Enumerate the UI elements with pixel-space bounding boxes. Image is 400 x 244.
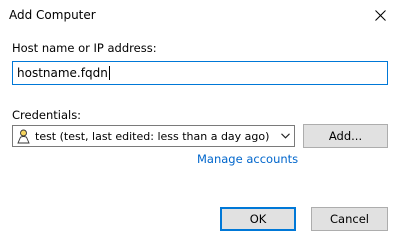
host-input[interactable]: hostname.fqdn — [12, 61, 388, 85]
add-computer-dialog: Add Computer Host name or IP address: ho… — [0, 0, 400, 244]
user-icon — [16, 128, 30, 144]
dialog-title: Add Computer — [9, 8, 96, 22]
text-caret — [108, 66, 110, 80]
add-credentials-button[interactable]: Add... — [303, 124, 388, 148]
credentials-dropdown[interactable]: test (test, last edited: less than a day… — [12, 125, 295, 147]
manage-accounts-link[interactable]: Manage accounts — [197, 152, 298, 166]
close-icon — [374, 9, 386, 21]
credentials-selected-value: test (test, last edited: less than a day… — [35, 129, 270, 143]
cancel-button[interactable]: Cancel — [311, 207, 388, 231]
close-button[interactable] — [360, 0, 400, 30]
host-label: Host name or IP address: — [12, 41, 157, 55]
ok-button[interactable]: OK — [220, 207, 296, 231]
credentials-label: Credentials: — [12, 108, 82, 122]
host-input-value: hostname.fqdn — [17, 66, 108, 80]
chevron-down-icon — [276, 126, 294, 146]
